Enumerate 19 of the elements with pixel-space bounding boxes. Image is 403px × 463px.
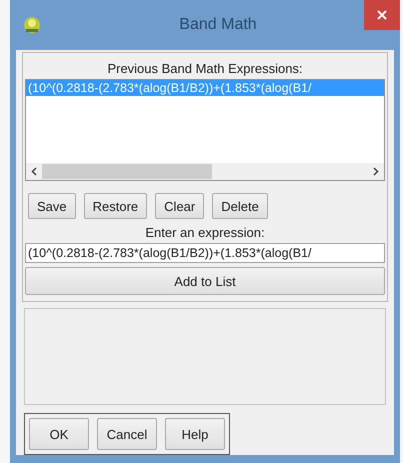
cancel-button[interactable]: Cancel — [97, 418, 157, 450]
window-title: Band Math — [178, 16, 258, 34]
help-button[interactable]: Help — [165, 418, 225, 450]
scroll-right-icon[interactable] — [373, 167, 379, 176]
horizontal-scrollbar[interactable] — [26, 163, 384, 180]
close-icon — [377, 10, 387, 20]
scroll-thumb[interactable] — [42, 164, 212, 179]
delete-button[interactable]: Delete — [212, 193, 268, 219]
restore-button[interactable]: Restore — [84, 193, 148, 219]
expression-field[interactable]: (10^(0.2818-(2.783*(alog(B1/B2))+(1.853*(alog(B1/ — [25, 243, 385, 263]
list-label: Previous Band Math Expressions: — [106, 60, 304, 78]
scroll-left-icon[interactable] — [31, 167, 37, 176]
add-to-list-button[interactable]: Add to List — [25, 267, 385, 295]
close-button[interactable] — [364, 0, 400, 30]
ok-button[interactable]: OK — [29, 418, 89, 450]
app-icon — [22, 15, 42, 35]
save-button[interactable]: Save — [28, 193, 76, 219]
expression-label: Enter an expression: — [144, 224, 266, 242]
clear-button[interactable]: Clear — [155, 193, 204, 219]
